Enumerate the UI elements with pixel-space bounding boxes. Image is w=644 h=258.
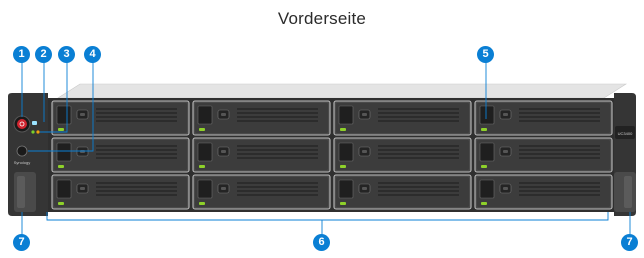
drive-status-led (340, 165, 346, 168)
callout-badge-6: 6 (313, 234, 330, 251)
drive-bay[interactable] (474, 174, 613, 210)
drive-bay[interactable] (474, 137, 613, 173)
drive-status-led (199, 202, 205, 205)
drive-bay[interactable] (333, 174, 472, 210)
drive-bay[interactable] (51, 174, 190, 210)
drive-bay[interactable] (192, 100, 331, 136)
drive-bay[interactable] (51, 100, 190, 136)
drive-status-led (481, 165, 487, 168)
alert-led (36, 130, 40, 134)
drive-status-led (58, 165, 64, 168)
model-label: UC3400 (618, 131, 633, 136)
drive-status-led (199, 128, 205, 131)
status-led (31, 130, 35, 134)
drive-bay[interactable] (333, 137, 472, 173)
callout-badge-5: 5 (477, 46, 494, 63)
device-diagram: UC3400 Synology (8, 62, 636, 234)
drive-status-led (340, 128, 346, 131)
brand-logo: Synology (14, 160, 30, 165)
power-button (17, 119, 27, 129)
drive-bay[interactable] (333, 100, 472, 136)
drive-bay[interactable] (51, 137, 190, 173)
drive-status-led (481, 202, 487, 205)
callout-badge-7-left: 7 (13, 234, 30, 251)
callout-badge-3: 3 (58, 46, 75, 63)
drive-bay[interactable] (192, 137, 331, 173)
chassis-top (56, 83, 628, 99)
drive-bay[interactable] (192, 174, 331, 210)
drive-status-led (58, 202, 64, 205)
drive-bay[interactable] (474, 100, 613, 136)
callout-badge-2: 2 (35, 46, 52, 63)
drive-status-led (340, 202, 346, 205)
drive-status-led (58, 128, 64, 131)
drive-status-led (199, 165, 205, 168)
drive-status-led (481, 128, 487, 131)
callout-badge-7-right: 7 (621, 234, 638, 251)
function-button (16, 145, 28, 157)
callout-badge-4: 4 (84, 46, 101, 63)
callout-badge-1: 1 (13, 46, 30, 63)
leader-6 (46, 212, 609, 221)
power-led (32, 121, 37, 125)
